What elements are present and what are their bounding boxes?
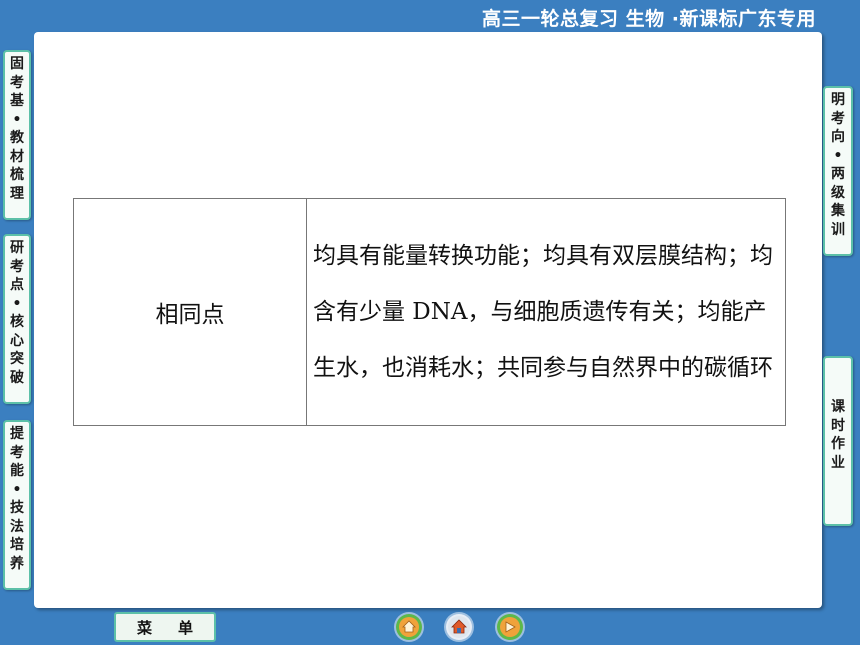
nav-ke-shi-zuo-ye[interactable]: 课 时 作 业 (823, 356, 853, 526)
nav-label-char: 考 (10, 74, 24, 91)
table-content-cell: 均具有能量转换功能；均具有双层膜结构；均含有少量 DNA，与细胞质遗传有关；均能… (306, 198, 786, 426)
nav-label-char: 考 (831, 110, 845, 127)
nav-label-char: 固 (10, 56, 24, 72)
nav-label-char: 培 (10, 537, 24, 553)
nav-label-char: 教 (10, 130, 24, 146)
nav-label-char: 能 (10, 463, 24, 479)
next-icon[interactable] (497, 614, 523, 640)
nav-yan-kao-dian[interactable]: 研 考 点 • 核 心 突 破 (3, 234, 31, 404)
nav-label-char: 集 (831, 203, 845, 219)
nav-label-char: 突 (10, 351, 24, 367)
header-title: 高三一轮总复习 生物 ·新课标广东专用 (482, 8, 816, 30)
nav-label-char: 研 (10, 240, 24, 256)
nav-label-char: 考 (10, 258, 24, 275)
nav-label-char: 时 (831, 417, 845, 434)
nav-label-char: 级 (831, 184, 845, 201)
menu-label-char: 菜 (136, 618, 152, 637)
nav-gu-kao-ji[interactable]: 固 考 基 • 教 材 梳 理 (3, 50, 31, 220)
nav-label-char: 基 (10, 93, 24, 109)
nav-label-char: 明 (831, 92, 845, 108)
nav-label-char: 核 (10, 314, 24, 330)
nav-label-char: 养 (10, 555, 24, 572)
nav-label-char: 业 (831, 454, 845, 471)
home-icon[interactable] (396, 614, 422, 640)
nav-label-char: 向 (831, 129, 845, 145)
table-row: 相同点 均具有能量转换功能；均具有双层膜结构；均含有少量 DNA，与细胞质遗传有… (73, 198, 786, 426)
nav-label-char: 心 (10, 332, 24, 349)
nav-label-char: 考 (10, 444, 24, 461)
nav-label-char: • (12, 111, 22, 128)
house-return-icon[interactable] (446, 614, 472, 640)
nav-ming-kao-xiang[interactable]: 明 考 向 • 两 级 集 训 (823, 86, 853, 256)
nav-label-char: 技 (10, 500, 24, 516)
nav-label-char: 破 (10, 369, 24, 386)
nav-label-char: 理 (10, 185, 24, 202)
nav-label-char: 法 (10, 518, 24, 535)
nav-label-char: • (12, 295, 22, 312)
nav-label-char: 材 (10, 148, 24, 165)
nav-label-char: 提 (10, 426, 24, 442)
menu-button[interactable]: 菜 单 (114, 612, 216, 642)
nav-ti-kao-neng[interactable]: 提 考 能 • 技 法 培 养 (3, 420, 31, 590)
nav-label-char: 点 (10, 277, 24, 293)
slide-content-area: 相同点 均具有能量转换功能；均具有双层膜结构；均含有少量 DNA，与细胞质遗传有… (34, 32, 822, 608)
nav-label-char: • (833, 147, 843, 164)
nav-label-char: 作 (831, 436, 845, 452)
nav-label-char: 两 (831, 166, 845, 182)
nav-label-char: • (12, 481, 22, 498)
table-label-cell: 相同点 (73, 198, 307, 426)
nav-label-char: 梳 (10, 167, 24, 183)
nav-label-char: 课 (831, 399, 845, 415)
comparison-table: 相同点 均具有能量转换功能；均具有双层膜结构；均含有少量 DNA，与细胞质遗传有… (73, 198, 786, 426)
nav-label-char: 训 (831, 221, 845, 238)
menu-label-char: 单 (177, 618, 193, 637)
